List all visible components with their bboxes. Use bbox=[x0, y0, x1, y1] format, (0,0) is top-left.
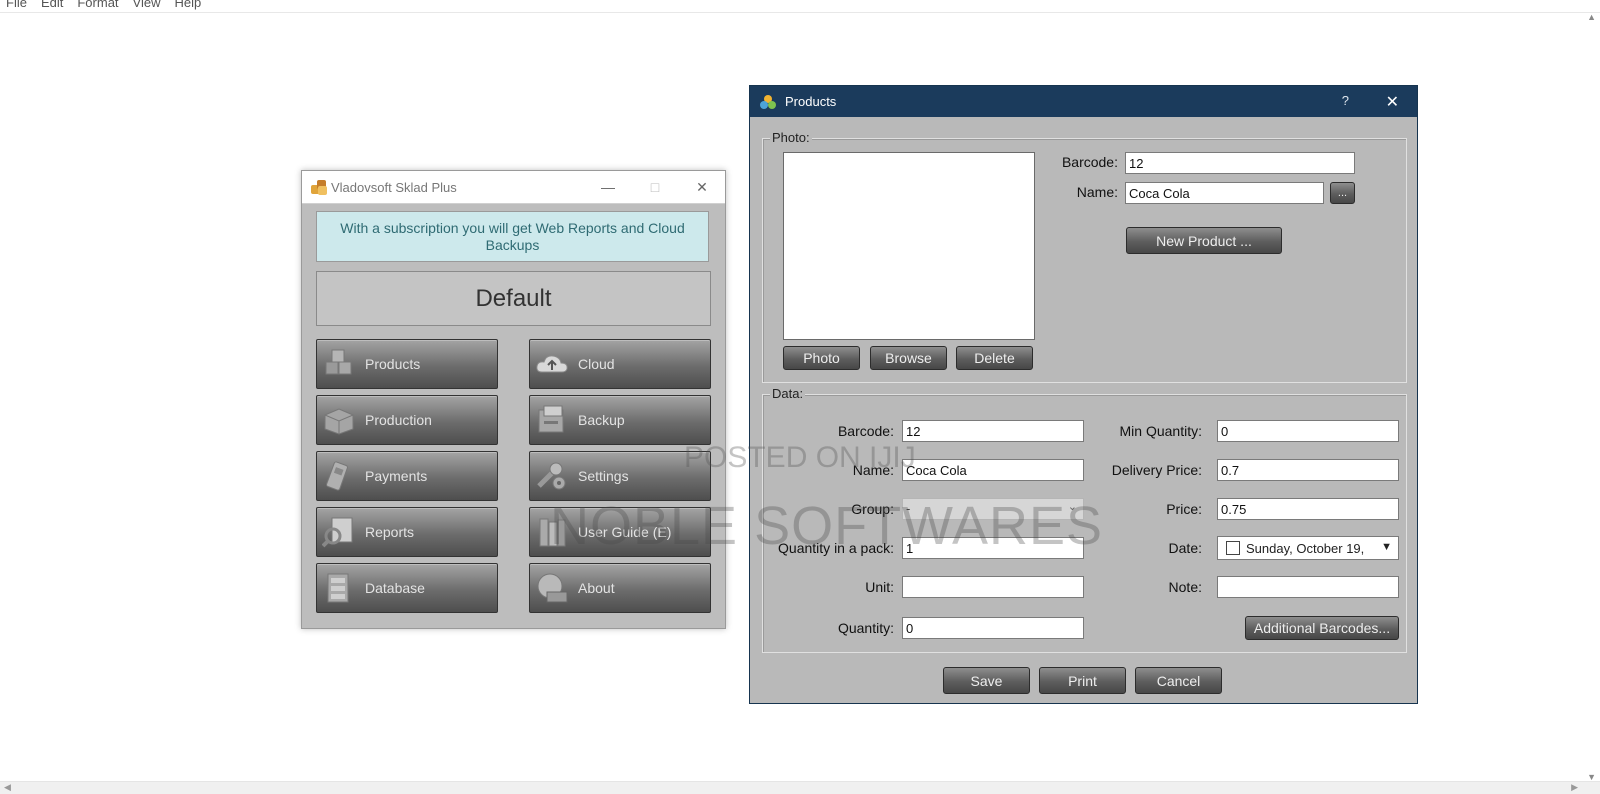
photo-group-label: Photo: bbox=[770, 130, 812, 145]
products-dialog: Products ? ✕ Photo: Photo Browse Delete … bbox=[749, 85, 1418, 704]
backup-tile-button[interactable]: Backup bbox=[529, 395, 711, 445]
scroll-right-icon[interactable]: ▶ bbox=[1571, 782, 1578, 793]
production-icon bbox=[321, 402, 357, 438]
reports-tile-label: Reports bbox=[365, 524, 415, 540]
subscription-banner[interactable]: With a subscription you will get Web Rep… bbox=[316, 211, 709, 262]
database-icon bbox=[321, 570, 357, 606]
barcode-label: Barcode: bbox=[837, 423, 894, 439]
cloud-tile-label: Cloud bbox=[578, 356, 615, 372]
menu-help[interactable]: Help bbox=[174, 0, 201, 11]
payments-tile-label: Payments bbox=[365, 468, 428, 484]
min-quantity-label: Min Quantity: bbox=[1119, 423, 1202, 439]
about-tile-label: About bbox=[578, 580, 615, 596]
close-button[interactable]: ✕ bbox=[679, 171, 725, 203]
cloud-icon bbox=[534, 346, 570, 382]
database-tile-label: Database bbox=[365, 580, 425, 596]
noble-softwares-watermark: NOBLE SOFTWARES bbox=[550, 496, 1104, 556]
menu-file[interactable]: File bbox=[6, 0, 27, 11]
posted-on-watermark: POSTED ON IJIJ bbox=[684, 441, 916, 474]
menu-bar: File Edit Format View Help bbox=[0, 0, 201, 11]
sklad-titlebar[interactable]: Vladovsoft Sklad Plus — □ ✕ bbox=[302, 171, 725, 204]
browse-button[interactable]: Browse bbox=[870, 346, 947, 370]
quantity-input[interactable] bbox=[902, 617, 1084, 639]
additional-barcodes-button[interactable]: Additional Barcodes... bbox=[1245, 616, 1399, 640]
top-barcode-input[interactable] bbox=[1125, 152, 1355, 174]
data-group-label: Data: bbox=[770, 386, 806, 401]
menu-edit[interactable]: Edit bbox=[41, 0, 63, 11]
horizontal-scrollbar[interactable]: ◀ ▶ bbox=[0, 781, 1600, 794]
products-dialog-title: Products bbox=[785, 94, 837, 109]
price-input[interactable] bbox=[1217, 498, 1399, 520]
help-button[interactable]: ? bbox=[1342, 93, 1349, 108]
menu-divider bbox=[0, 12, 1600, 13]
production-tile-label: Production bbox=[365, 412, 432, 428]
products-logo-icon bbox=[759, 94, 777, 110]
unit-input[interactable] bbox=[902, 576, 1084, 598]
settings-icon bbox=[534, 458, 570, 494]
boxes-icon bbox=[321, 346, 357, 382]
menu-view[interactable]: View bbox=[133, 0, 161, 11]
settings-tile-label: Settings bbox=[578, 468, 629, 484]
cancel-button[interactable]: Cancel bbox=[1135, 667, 1222, 694]
date-picker[interactable]: Sunday, October 19, ▼ bbox=[1217, 536, 1399, 560]
app-logo-icon bbox=[311, 179, 327, 195]
note-label: Note: bbox=[1168, 579, 1202, 595]
date-checkbox[interactable] bbox=[1226, 541, 1240, 555]
payments-tile-button[interactable]: Payments bbox=[316, 451, 498, 501]
print-button[interactable]: Print bbox=[1039, 667, 1126, 694]
products-titlebar[interactable]: Products ? ✕ bbox=[750, 86, 1417, 117]
photo-button[interactable]: Photo bbox=[783, 346, 860, 370]
profile-name[interactable]: Default bbox=[316, 271, 711, 326]
payments-icon bbox=[321, 458, 357, 494]
scroll-left-icon[interactable]: ◀ bbox=[4, 782, 11, 793]
save-button[interactable]: Save bbox=[943, 667, 1030, 694]
top-name-input[interactable] bbox=[1125, 182, 1324, 204]
about-tile-button[interactable]: About bbox=[529, 563, 711, 613]
backup-tile-label: Backup bbox=[578, 412, 625, 428]
min-quantity-input[interactable] bbox=[1217, 420, 1399, 442]
barcode-input[interactable] bbox=[902, 420, 1084, 442]
delete-button[interactable]: Delete bbox=[956, 346, 1033, 370]
cloud-tile-button[interactable]: Cloud bbox=[529, 339, 711, 389]
name-input[interactable] bbox=[902, 459, 1084, 481]
products-tile-label: Products bbox=[365, 356, 421, 372]
products-tile-button[interactable]: Products bbox=[316, 339, 498, 389]
reports-icon bbox=[321, 514, 357, 550]
scroll-up-icon[interactable]: ▲ bbox=[1587, 12, 1596, 22]
dropdown-arrow-icon[interactable]: ▼ bbox=[1381, 541, 1392, 553]
photo-preview[interactable] bbox=[783, 152, 1035, 340]
sklad-main-window: Vladovsoft Sklad Plus — □ ✕ With a subsc… bbox=[301, 170, 726, 629]
close-icon[interactable]: ✕ bbox=[1386, 92, 1399, 112]
minimize-button[interactable]: — bbox=[585, 171, 631, 203]
price-label: Price: bbox=[1166, 501, 1202, 517]
date-value: Sunday, October 19, bbox=[1246, 540, 1365, 556]
reports-tile-button[interactable]: Reports bbox=[316, 507, 498, 557]
delivery-price-label: Delivery Price: bbox=[1111, 462, 1202, 478]
unit-label: Unit: bbox=[865, 579, 894, 595]
vertical-scrollbar[interactable]: ▲ ▼ bbox=[1583, 12, 1600, 782]
new-product-button[interactable]: New Product ... bbox=[1126, 227, 1282, 254]
backup-icon bbox=[534, 402, 570, 438]
delivery-price-input[interactable] bbox=[1217, 459, 1399, 481]
about-icon bbox=[534, 570, 570, 606]
quantity-label: Quantity: bbox=[837, 620, 894, 636]
top-name-label: Name: bbox=[1076, 184, 1118, 200]
database-tile-button[interactable]: Database bbox=[316, 563, 498, 613]
name-lookup-button[interactable]: ... bbox=[1330, 182, 1355, 204]
date-label: Date: bbox=[1168, 540, 1202, 556]
menu-format[interactable]: Format bbox=[77, 0, 118, 11]
sklad-window-title: Vladovsoft Sklad Plus bbox=[331, 179, 457, 195]
maximize-button[interactable]: □ bbox=[632, 171, 678, 203]
production-tile-button[interactable]: Production bbox=[316, 395, 498, 445]
top-barcode-label: Barcode: bbox=[1061, 154, 1118, 170]
note-input[interactable] bbox=[1217, 576, 1399, 598]
